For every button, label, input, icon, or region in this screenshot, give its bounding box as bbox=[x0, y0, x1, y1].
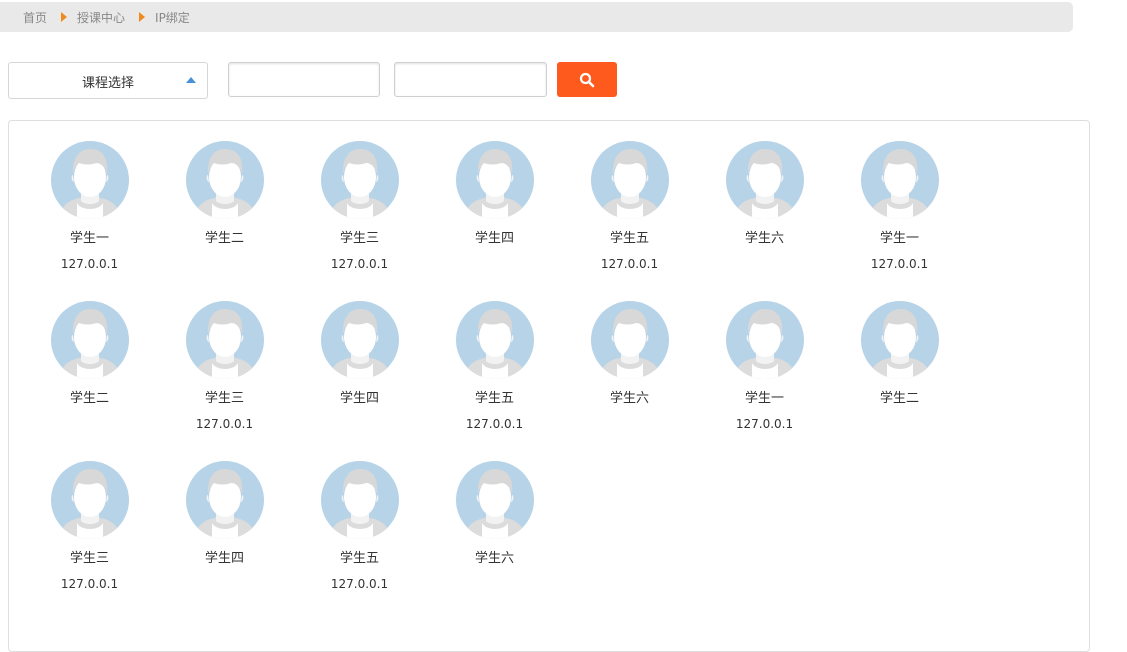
student-ip: 127.0.0.1 bbox=[870, 257, 929, 271]
student-ip bbox=[157, 577, 292, 593]
caret-up-icon bbox=[186, 77, 196, 83]
search-button[interactable] bbox=[557, 62, 617, 97]
student-ip bbox=[562, 417, 697, 433]
student-ip bbox=[427, 577, 562, 593]
student-name: 学生五 bbox=[339, 551, 379, 566]
student-name: 学生三 bbox=[339, 231, 379, 246]
student-ip: 127.0.0.1 bbox=[735, 417, 794, 431]
student-avatar-icon bbox=[590, 301, 669, 379]
student-card[interactable]: 学生五 127.0.0.1 bbox=[562, 141, 697, 273]
student-card[interactable]: 学生五 127.0.0.1 bbox=[292, 461, 427, 593]
student-card[interactable]: 学生二 bbox=[157, 141, 292, 273]
breadcrumb-arrow-icon bbox=[61, 12, 68, 22]
course-select-label: 课程选择 bbox=[81, 76, 134, 91]
student-avatar-icon bbox=[590, 141, 669, 219]
student-card[interactable]: 学生六 bbox=[562, 301, 697, 433]
student-name: 学生四 bbox=[474, 231, 514, 246]
student-avatar-icon bbox=[725, 141, 804, 219]
student-card[interactable]: 学生二 bbox=[832, 301, 967, 433]
student-avatar-icon bbox=[320, 461, 399, 539]
student-name: 学生六 bbox=[474, 551, 514, 566]
student-name: 学生三 bbox=[204, 391, 244, 406]
student-avatar-icon bbox=[185, 301, 264, 379]
student-name: 学生二 bbox=[69, 391, 109, 406]
student-ip: 127.0.0.1 bbox=[60, 577, 119, 591]
student-card[interactable]: 学生一 127.0.0.1 bbox=[22, 141, 157, 273]
student-name: 学生三 bbox=[69, 551, 109, 566]
student-card[interactable]: 学生三 127.0.0.1 bbox=[22, 461, 157, 593]
student-card[interactable]: 学生三 127.0.0.1 bbox=[292, 141, 427, 273]
student-avatar-icon bbox=[320, 141, 399, 219]
student-name: 学生五 bbox=[474, 391, 514, 406]
breadcrumb-arrow-icon bbox=[139, 12, 146, 22]
student-avatar-icon bbox=[725, 301, 804, 379]
student-name: 学生二 bbox=[879, 391, 919, 406]
student-avatar-icon bbox=[50, 461, 129, 539]
breadcrumb-ip-binding: IP绑定 bbox=[155, 10, 190, 25]
filter-input-1[interactable] bbox=[228, 62, 380, 97]
student-ip: 127.0.0.1 bbox=[600, 257, 659, 271]
student-name: 学生六 bbox=[609, 391, 649, 406]
student-name: 学生一 bbox=[69, 231, 109, 246]
student-avatar-icon bbox=[860, 141, 939, 219]
student-name: 学生五 bbox=[609, 231, 649, 246]
student-ip bbox=[157, 257, 292, 273]
filter-input-2[interactable] bbox=[394, 62, 547, 97]
student-card[interactable]: 学生四 bbox=[427, 141, 562, 273]
student-name: 学生四 bbox=[339, 391, 379, 406]
student-card[interactable]: 学生一 127.0.0.1 bbox=[832, 141, 967, 273]
student-name: 学生六 bbox=[744, 231, 784, 246]
student-name: 学生二 bbox=[204, 231, 244, 246]
student-ip: 127.0.0.1 bbox=[195, 417, 254, 431]
search-icon bbox=[579, 72, 595, 88]
filter-toolbar: 课程选择 bbox=[8, 62, 628, 100]
student-card[interactable]: 学生四 bbox=[292, 301, 427, 433]
student-avatar-icon bbox=[320, 301, 399, 379]
student-avatar-icon bbox=[455, 141, 534, 219]
student-avatar-icon bbox=[860, 301, 939, 379]
student-name: 学生四 bbox=[204, 551, 244, 566]
student-avatar-icon bbox=[455, 461, 534, 539]
student-avatar-icon bbox=[185, 461, 264, 539]
student-ip: 127.0.0.1 bbox=[330, 577, 389, 591]
student-card[interactable]: 学生六 bbox=[427, 461, 562, 593]
student-card[interactable]: 学生六 bbox=[697, 141, 832, 273]
student-card[interactable]: 学生二 bbox=[22, 301, 157, 433]
breadcrumb-teaching-center[interactable]: 授课中心 bbox=[77, 9, 125, 26]
student-avatar-icon bbox=[50, 301, 129, 379]
student-grid: 学生一 127.0.0.1 学生二 学生三 127.0.0.1 学生四 学生五 … bbox=[8, 120, 1090, 652]
student-ip bbox=[22, 417, 157, 433]
student-ip bbox=[292, 417, 427, 433]
student-ip bbox=[832, 417, 967, 433]
breadcrumb-home[interactable]: 首页 bbox=[23, 9, 47, 26]
breadcrumb: 首页 授课中心 IP绑定 bbox=[0, 2, 1073, 32]
student-ip: 127.0.0.1 bbox=[60, 257, 119, 271]
student-card[interactable]: 学生一 127.0.0.1 bbox=[697, 301, 832, 433]
student-name: 学生一 bbox=[744, 391, 784, 406]
course-select[interactable]: 课程选择 bbox=[8, 62, 208, 99]
student-name: 学生一 bbox=[879, 231, 919, 246]
student-ip bbox=[427, 257, 562, 273]
student-ip: 127.0.0.1 bbox=[465, 417, 524, 431]
student-avatar-icon bbox=[50, 141, 129, 219]
student-card[interactable]: 学生五 127.0.0.1 bbox=[427, 301, 562, 433]
student-ip bbox=[697, 257, 832, 273]
student-avatar-icon bbox=[455, 301, 534, 379]
student-card[interactable]: 学生四 bbox=[157, 461, 292, 593]
student-avatar-icon bbox=[185, 141, 264, 219]
student-card[interactable]: 学生三 127.0.0.1 bbox=[157, 301, 292, 433]
student-ip: 127.0.0.1 bbox=[330, 257, 389, 271]
